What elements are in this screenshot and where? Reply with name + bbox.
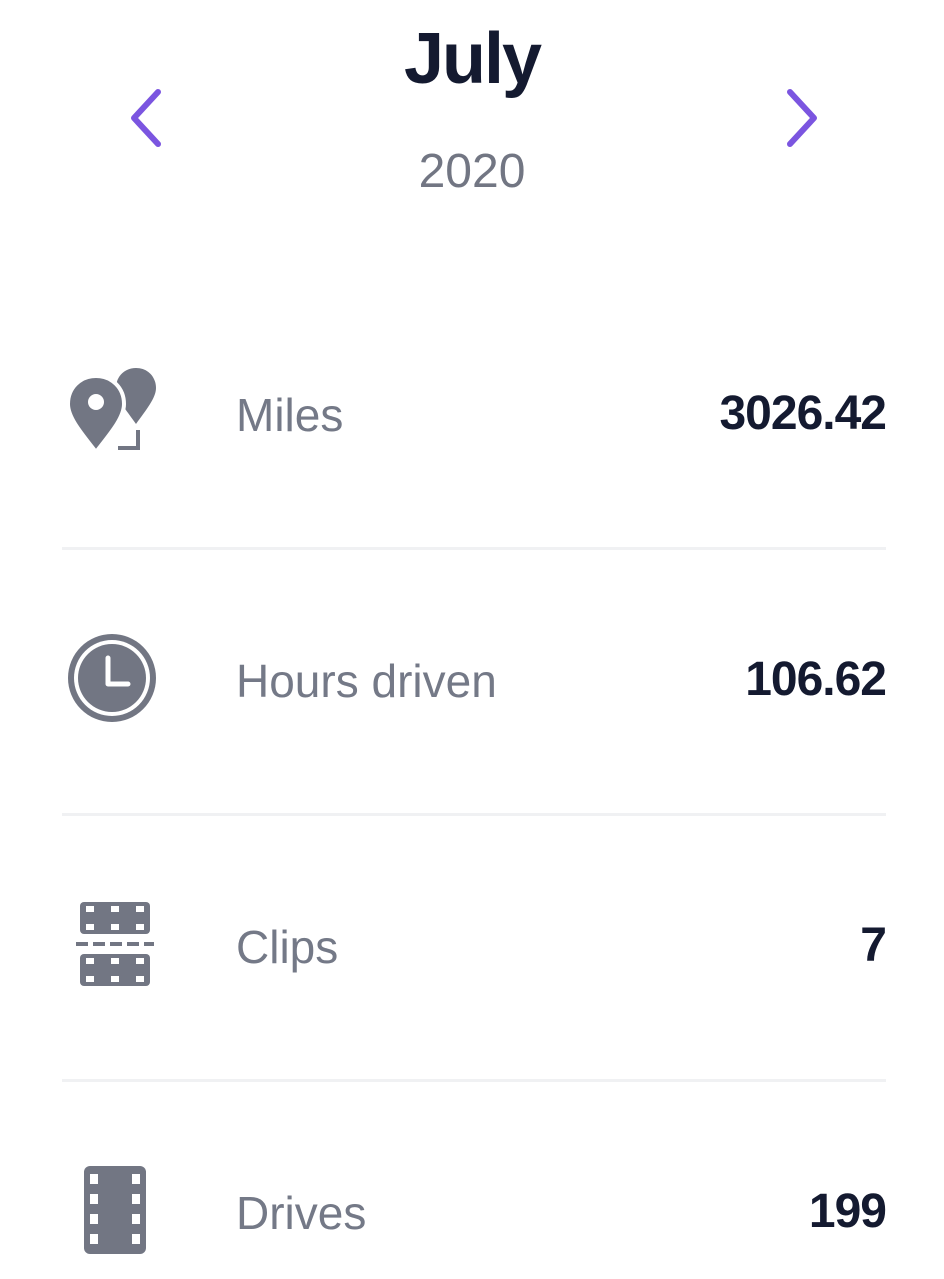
next-month-button[interactable]	[780, 86, 820, 150]
stat-row-hours-driven: Hours driven 106.62	[62, 606, 887, 746]
stat-row-drives: Drives 199	[62, 1138, 887, 1278]
clip-icon	[66, 898, 158, 990]
clock-icon	[66, 632, 158, 724]
stat-value: 7	[860, 919, 887, 972]
stat-label: Hours driven	[236, 655, 497, 707]
stat-label: Drives	[236, 1187, 367, 1239]
stat-value: 3026.42	[719, 387, 887, 440]
map-pin-icon	[66, 366, 158, 458]
stat-label: Clips	[236, 921, 339, 973]
stat-row-clips: Clips 7	[62, 872, 887, 1012]
divider	[62, 1079, 886, 1082]
divider	[62, 547, 886, 550]
film-icon	[66, 1164, 158, 1256]
divider	[62, 813, 886, 816]
stat-label: Miles	[236, 389, 344, 441]
chevron-right-icon	[787, 89, 817, 147]
stat-value: 106.62	[745, 653, 887, 706]
stat-row-miles: Miles 3026.42	[62, 340, 887, 480]
year-label: 2020	[418, 145, 526, 198]
stat-value: 199	[808, 1185, 887, 1238]
month-header: July 2020	[0, 0, 944, 230]
